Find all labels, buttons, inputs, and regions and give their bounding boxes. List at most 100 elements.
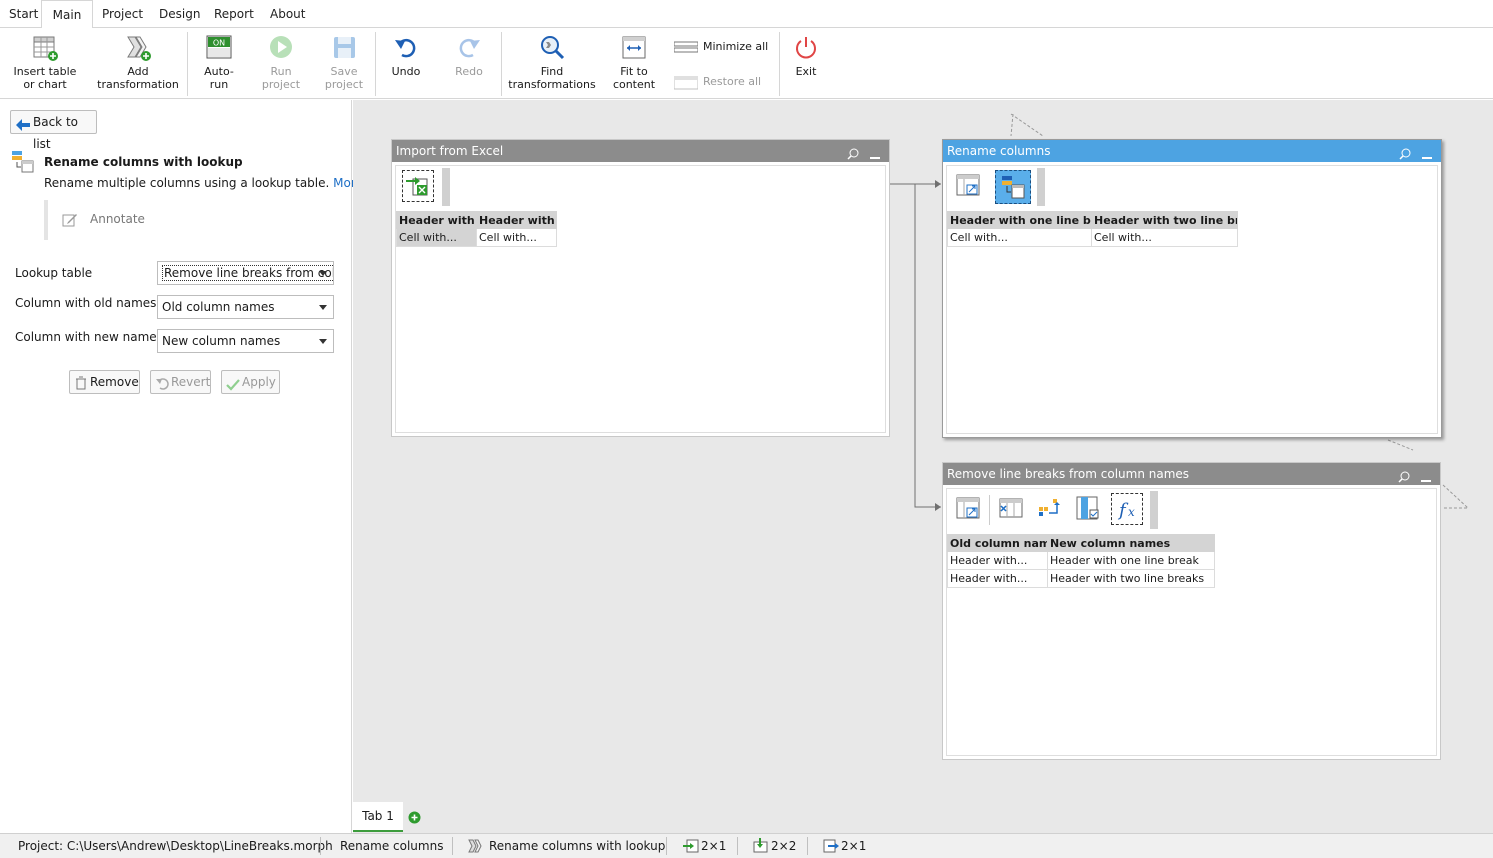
minimize-icon[interactable] (1420, 468, 1432, 482)
node-import-from-excel[interactable]: Import from Excel Header with Header wit… (391, 139, 890, 437)
chevron-down-icon (319, 271, 327, 276)
redo-button[interactable]: Redo (451, 34, 487, 78)
tab-1[interactable]: Tab 1 (353, 802, 403, 832)
ribbon-separator (375, 32, 376, 96)
column-check-icon[interactable] (1073, 493, 1105, 525)
node-remove-line-breaks[interactable]: Remove line breaks from column names f x… (942, 462, 1441, 760)
menu-tab-main[interactable]: Main (41, 0, 93, 29)
node-header[interactable]: Import from Excel (392, 140, 889, 162)
table-link-icon[interactable] (953, 170, 985, 202)
rename-lookup-icon (11, 150, 35, 177)
minimize-all-label: Minimize all (703, 40, 769, 53)
column-header: New column names (1047, 534, 1215, 552)
save-project-label: Save project (324, 65, 364, 91)
undo-icon (392, 34, 420, 62)
table-cell[interactable]: Header with two line breaks (1047, 569, 1215, 588)
lookup-table-select[interactable]: Remove line breaks from col (157, 261, 334, 285)
fit-to-content-button[interactable]: Fit to content (610, 34, 658, 91)
menu-tab-start[interactable]: Start (9, 0, 38, 28)
menu-tab-design[interactable]: Design (159, 0, 200, 28)
table-cell[interactable]: Header with... (947, 569, 1048, 588)
table-cell[interactable]: Cell with... (947, 228, 1092, 247)
redo-label: Redo (455, 65, 483, 78)
arrow-left-icon (16, 116, 30, 138)
svg-text:x: x (1128, 505, 1135, 519)
ribbon-separator (187, 32, 188, 96)
remove-label: Remove (90, 375, 139, 389)
column-header: Old column names (947, 534, 1048, 552)
old-names-select[interactable]: Old column names (157, 295, 334, 319)
description-text: Rename multiple columns using a lookup t… (44, 176, 330, 190)
icon-scroll[interactable] (1150, 491, 1158, 529)
add-tab-icon[interactable] (408, 811, 421, 827)
restore-all-label: Restore all (703, 75, 762, 88)
menu-tab-project[interactable]: Project (102, 0, 143, 28)
delete-columns-icon[interactable] (996, 493, 1028, 525)
new-names-value: New column names (162, 334, 281, 348)
minimize-all-button[interactable]: Minimize all (673, 38, 770, 56)
revert-button[interactable]: Revert (150, 370, 211, 394)
exit-label: Exit (795, 65, 817, 78)
fit-to-content-icon (620, 34, 648, 62)
back-to-list-button[interactable]: Back to list (10, 110, 97, 151)
insert-table-button[interactable]: Insert table or chart (12, 34, 78, 91)
exit-button[interactable]: Exit (790, 34, 822, 78)
input-table-icon (683, 839, 699, 856)
menu-tab-about[interactable]: About (270, 0, 305, 28)
icon-scroll[interactable] (1037, 168, 1045, 206)
find-transformations-button[interactable]: Find transformations (508, 34, 596, 91)
table-cell[interactable]: Cell with... (476, 228, 557, 247)
node-header[interactable]: Rename columns (943, 140, 1441, 162)
table-cell[interactable]: Header with... (947, 551, 1048, 570)
auto-run-button[interactable]: ON Auto- run (198, 34, 240, 91)
status-input-dimensions: 2×1 (701, 839, 727, 853)
transpose-icon[interactable] (1035, 493, 1067, 525)
old-names-value: Old column names (162, 300, 275, 314)
pencil-icon (62, 212, 78, 231)
zoom-icon[interactable] (1398, 468, 1410, 483)
new-names-select[interactable]: New column names (157, 329, 334, 353)
column-header: Header with (396, 211, 477, 229)
transformation-panel: Back to list Rename columns with lookup … (0, 100, 363, 833)
rename-lookup-step-icon[interactable] (995, 170, 1031, 204)
table-cell[interactable]: Cell with... (1091, 228, 1238, 247)
canvas-tabs: Tab 1 (353, 802, 1493, 833)
status-bar: Project: C:\Users\Andrew\Desktop\LineBre… (0, 833, 1493, 858)
old-names-label: Column with old names (15, 296, 157, 310)
workflow-canvas[interactable]: Import from Excel Header with Header wit… (353, 100, 1493, 802)
node-rename-columns[interactable]: Rename columns Header with one line b He… (942, 139, 1442, 438)
chevron-down-icon (319, 339, 327, 344)
status-transformation: Rename columns with lookup (489, 839, 666, 853)
icon-scroll[interactable] (442, 168, 450, 206)
table-cell[interactable]: Header with one line break (1047, 551, 1215, 570)
apply-button[interactable]: Apply (221, 370, 280, 394)
column-header: Header with one line break (947, 211, 1092, 229)
remove-button[interactable]: Remove (69, 370, 140, 394)
menu-tab-report[interactable]: Report (214, 0, 254, 28)
trash-icon (75, 375, 87, 397)
run-project-label: Run project (261, 65, 301, 91)
zoom-icon[interactable] (1399, 145, 1411, 160)
save-project-button[interactable]: Save project (322, 34, 366, 91)
auto-run-badge: ON (213, 39, 225, 48)
table-link-icon[interactable] (953, 493, 985, 525)
minimize-icon[interactable] (869, 145, 881, 159)
restore-all-button[interactable]: Restore all (673, 73, 770, 91)
node-header[interactable]: Remove line breaks from column names (943, 463, 1440, 485)
run-project-button[interactable]: Run project (258, 34, 304, 91)
annotate-label: Annotate (90, 212, 145, 226)
node-title: Rename columns (947, 144, 1051, 158)
preview-table: Header with one line break Header with t… (947, 211, 1238, 247)
zoom-icon[interactable] (847, 145, 859, 160)
insert-table-label: Insert table or chart (13, 65, 77, 91)
menu-bar: Start Main Project Design Report About (0, 0, 1493, 29)
add-transformation-button[interactable]: Add transformation (96, 34, 180, 91)
formula-icon[interactable]: f x (1111, 493, 1143, 525)
save-icon (330, 34, 358, 62)
minimize-icon[interactable] (1421, 145, 1433, 159)
table-cell[interactable]: Cell with... (396, 228, 477, 247)
excel-import-icon[interactable] (402, 170, 434, 202)
node-title: Import from Excel (396, 144, 504, 158)
undo-button[interactable]: Undo (388, 34, 424, 78)
node-body: Header with one line break Header with t… (946, 165, 1438, 434)
